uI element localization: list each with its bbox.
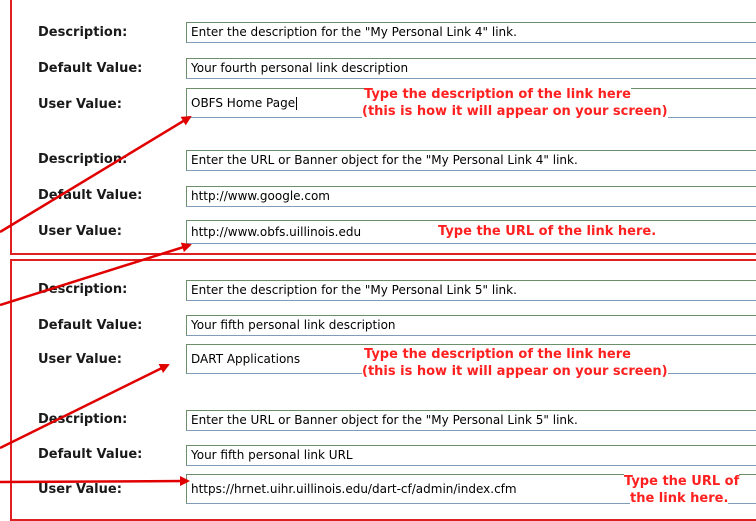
link5-name-default-label: Default Value: — [38, 318, 143, 333]
link5-name-description-label: Description: — [38, 282, 128, 297]
note-link5-desc-line1: Type the description of the link here — [364, 347, 631, 363]
link5-url-description-label: Description: — [38, 412, 128, 427]
link4-url-description-field: Enter the URL or Banner object for the "… — [186, 150, 756, 171]
note-link4-desc-line1: Type the description of the link here — [364, 87, 631, 103]
link5-url-default-field: Your fifth personal link URL — [186, 445, 756, 466]
link4-name-default-field: Your fourth personal link description — [186, 58, 756, 79]
note-link5-url-line2: the link here. — [630, 491, 729, 507]
note-link5-url-line1: Type the URL of — [624, 474, 740, 490]
link4-url-description-label: Description: — [38, 152, 128, 167]
note-link4-desc-line2: (this is how it will appear on your scre… — [362, 104, 668, 120]
link5-url-description-field: Enter the URL or Banner object for the "… — [186, 410, 756, 431]
link5-name-description-field: Enter the description for the "My Person… — [186, 280, 756, 301]
link4-url-user-label: User Value: — [38, 224, 122, 239]
link4-name-user-label: User Value: — [38, 97, 122, 112]
link4-url-default-label: Default Value: — [38, 188, 143, 203]
note-link5-desc-line2: (this is how it will appear on your scre… — [362, 364, 668, 380]
text-caret — [296, 97, 298, 110]
link5-name-default-field: Your fifth personal link description — [186, 315, 756, 336]
note-link4-url: Type the URL of the link here. — [438, 224, 657, 240]
link4-name-default-label: Default Value: — [38, 61, 143, 76]
link5-url-default-label: Default Value: — [38, 447, 143, 462]
link4-name-description-field: Enter the description for the "My Person… — [186, 22, 756, 43]
link4-name-description-label: Description: — [38, 25, 128, 40]
link5-name-user-label: User Value: — [38, 352, 122, 367]
link4-name-user-text: OBFS Home Page — [191, 96, 296, 110]
link5-url-user-label: User Value: — [38, 482, 122, 497]
link4-url-default-field: http://www.google.com — [186, 186, 756, 207]
